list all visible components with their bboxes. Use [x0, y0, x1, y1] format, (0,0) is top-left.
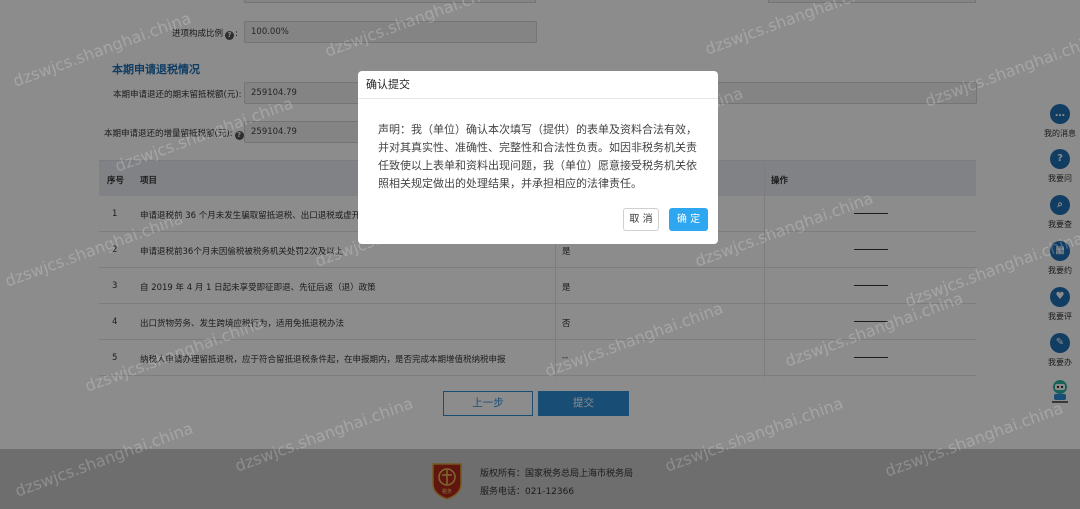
confirm-submit-dialog: 确认提交 声明：我（单位）确认本次填写（提供）的表单及资料合法有效，并对其真实性…	[358, 71, 718, 244]
watermark: dzswjcs.shanghai.china	[662, 393, 846, 476]
watermark: dzswjcs.shanghai.china	[10, 8, 194, 91]
watermark: dzswjcs.shanghai.china	[882, 398, 1066, 481]
watermark: dzswjcs.shanghai.china	[112, 93, 296, 176]
watermark: dzswjcs.shanghai.china	[232, 393, 416, 476]
cancel-button[interactable]: 取 消	[623, 208, 659, 231]
watermark: dzswjcs.shanghai.china	[82, 313, 266, 396]
dialog-title: 确认提交	[358, 71, 718, 99]
watermark: dzswjcs.shanghai.china	[902, 228, 1080, 311]
watermark: dzswjcs.shanghai.china	[542, 298, 726, 381]
watermark: dzswjcs.shanghai.china	[922, 28, 1080, 111]
watermark: dzswjcs.shanghai.china	[322, 0, 506, 61]
watermark: dzswjcs.shanghai.china	[12, 418, 196, 501]
watermark: dzswjcs.shanghai.china	[702, 0, 886, 59]
watermark: dzswjcs.shanghai.china	[2, 208, 186, 291]
confirm-button[interactable]: 确 定	[669, 208, 708, 231]
watermark: dzswjcs.shanghai.china	[692, 188, 876, 271]
dialog-declaration-text: 声明：我（单位）确认本次填写（提供）的表单及资料合法有效，并对其真实性、准确性、…	[378, 123, 697, 190]
watermark: dzswjcs.shanghai.china	[782, 288, 966, 371]
